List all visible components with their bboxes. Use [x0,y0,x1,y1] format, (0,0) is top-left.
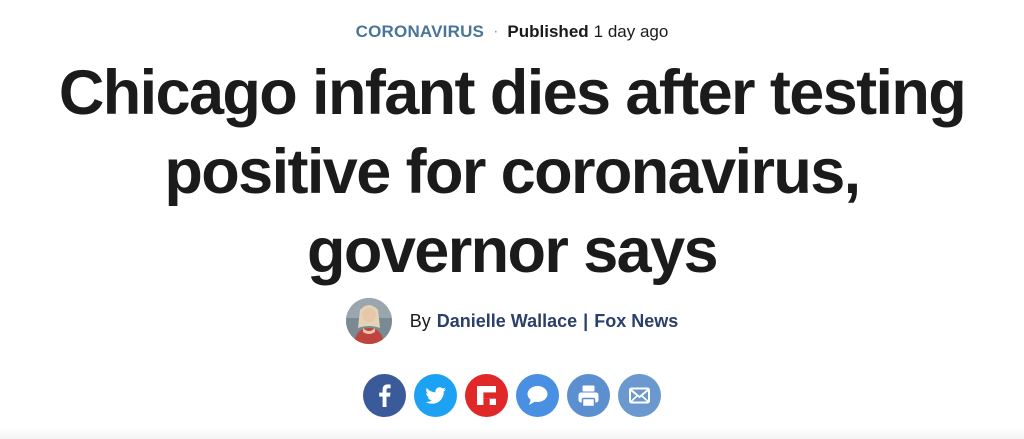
byline-separator: | [583,310,589,331]
article-meta: CORONAVIRUS · Published 1 day ago [0,20,1024,45]
meta-separator: · [493,23,499,40]
category-link[interactable]: CORONAVIRUS [356,22,484,41]
byline: By Danielle Wallace | Fox News [0,296,1024,346]
facebook-share-button[interactable] [363,374,406,417]
print-icon [578,385,599,408]
outlet-link[interactable]: Fox News [594,311,678,331]
share-bar [0,374,1024,420]
flipboard-icon [477,386,496,405]
published-time: 1 day ago [593,22,669,41]
print-button[interactable] [567,374,610,417]
comments-button[interactable] [516,374,559,417]
article-headline: Chicago infant dies after testing positi… [58,58,967,286]
twitter-icon [425,387,446,404]
email-share-button[interactable] [618,374,661,417]
published-label: Published [507,22,589,41]
flipboard-share-button[interactable] [465,374,508,417]
twitter-share-button[interactable] [414,374,457,417]
email-icon [629,387,650,404]
facebook-icon [379,384,391,407]
byline-text: By Danielle Wallace | Fox News [410,311,679,332]
article-header: CORONAVIRUS · Published 1 day ago Chicago i… [0,0,1024,439]
author-avatar[interactable] [345,298,392,344]
byline-prefix: By [409,310,431,331]
bottom-divider [0,428,1024,439]
comment-icon [527,386,548,405]
author-link[interactable]: Danielle Wallace [437,311,577,331]
